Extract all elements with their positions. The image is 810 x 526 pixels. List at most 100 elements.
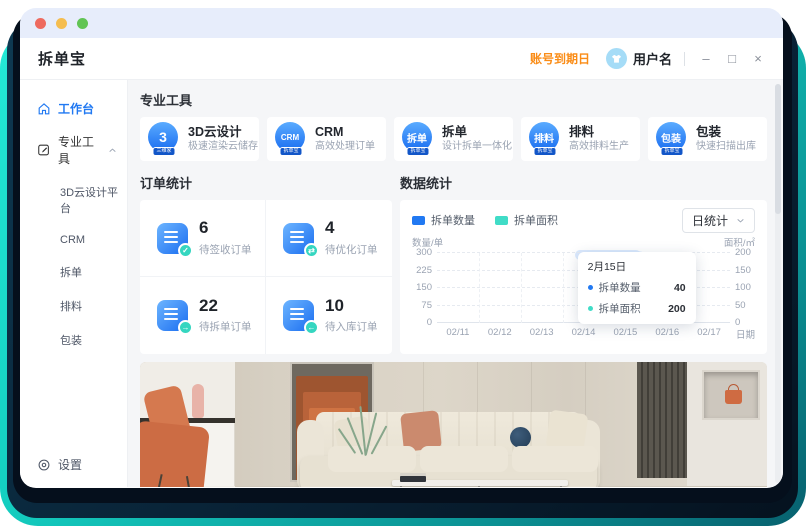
tool-card-subtitle: 设计拆单一体化 (442, 140, 509, 154)
sidebar-group-label: 专业工具 (58, 133, 101, 167)
stat-label: 待签收订单 (199, 242, 252, 257)
stats-row: 订单统计 ✓ 6 待签收订单 (140, 171, 767, 354)
axis-tick: 300 (416, 248, 432, 257)
order-doc-icon: ✓ (157, 223, 188, 254)
tooltip-row-area: 拆单面积 200 (588, 301, 686, 316)
legend-swatch-blue (412, 216, 425, 225)
user-avatar[interactable] (606, 48, 627, 69)
section-title-orders: 订单统计 (140, 173, 392, 192)
gear-icon (37, 458, 51, 472)
x-axis-tick: 02/15 (604, 327, 646, 341)
sidebar-item-settings[interactable]: 设置 (37, 456, 82, 473)
crm-app-icon: CRM 拆单宝 (275, 122, 307, 156)
legend-qty[interactable]: 拆单数量 (412, 212, 475, 228)
stat-value: 4 (325, 219, 378, 238)
sidebar-item-workbench[interactable]: 工作台 (20, 92, 127, 125)
plant-illustration (336, 400, 396, 456)
sofa-cushion (512, 446, 598, 472)
app-window: 拆单宝 账号到期日 用户名 – □ × 工作台 (20, 8, 783, 488)
stat-value: 22 (199, 297, 252, 316)
period-filter-select[interactable]: 日统计 (682, 208, 755, 233)
tool-card-subtitle: 高效排料生产 (569, 140, 629, 154)
tooltip-date: 2月15日 (588, 259, 686, 274)
sidebar-item-label: 工作台 (58, 100, 94, 117)
scrollbar-thumb[interactable] (775, 84, 781, 214)
app-title: 拆单宝 (38, 48, 86, 69)
close-button[interactable]: × (745, 46, 771, 72)
tooltip-row-qty: 拆单数量 40 (588, 280, 686, 295)
orders-stats-card: ✓ 6 待签收订单 ⇄ (140, 200, 392, 354)
books-illustration (400, 476, 426, 482)
tool-card-crm[interactable]: CRM 拆单宝 CRM 高效处理订单 (267, 117, 386, 161)
titlebar (20, 8, 783, 38)
tool-card-packing[interactable]: 包装 拆单宝 包装 快速扫描出库 (648, 117, 767, 161)
icon-ribbon: 拆单宝 (660, 147, 683, 156)
nesting-app-icon: 排料 拆单宝 (529, 122, 561, 156)
icon-ribbon: 三维家 (152, 147, 175, 156)
icon-ribbon: 拆单宝 (533, 147, 556, 156)
sidebar-item-split-order[interactable]: 拆单 (20, 255, 127, 289)
chart-body: 300225150750 2月15日 拆单数量 (412, 253, 755, 323)
sidebar-item-crm[interactable]: CRM (20, 225, 127, 255)
axis-tick: 0 (427, 318, 432, 327)
app-header: 拆单宝 账号到期日 用户名 – □ × (20, 38, 783, 80)
period-filter-value: 日统计 (692, 212, 728, 229)
stat-value: 10 (325, 297, 378, 316)
close-traffic-light[interactable] (35, 18, 46, 29)
legend-label: 拆单数量 (431, 212, 475, 228)
home-icon (37, 102, 51, 116)
sidebar-item-packing[interactable]: 包装 (20, 323, 127, 357)
tool-card-title: CRM (315, 124, 375, 141)
tool-card-3d-design[interactable]: 3 三维家 3D云设计 极速渲染云储存 (140, 117, 259, 161)
sidebar-item-3d-cloud[interactable]: 3D云设计平台 (20, 175, 127, 225)
stat-pending-split[interactable]: → 22 待拆单订单 (140, 277, 266, 354)
chart-legend-row: 拆单数量 拆单面积 日统计 (412, 206, 755, 234)
zoom-traffic-light[interactable] (77, 18, 88, 29)
account-expiry-link[interactable]: 账号到期日 (530, 50, 590, 67)
x-axis-tick: 02/16 (646, 327, 688, 341)
sidebar-group-tools[interactable]: 专业工具 (20, 125, 127, 175)
section-title-data: 数据统计 (400, 173, 767, 192)
header-divider (684, 52, 685, 66)
chart-plot: 2月15日 拆单数量 40 拆单面积 (437, 253, 730, 323)
username-label[interactable]: 用户名 (633, 49, 672, 68)
stat-value: 6 (199, 219, 252, 238)
order-doc-icon: ← (283, 300, 314, 331)
content-scrollbar[interactable] (775, 84, 781, 483)
check-icon: ✓ (178, 243, 193, 258)
x-axis-title: 日期 (730, 327, 755, 341)
split-order-app-icon: 拆单 拆单宝 (402, 122, 434, 156)
order-doc-icon: ⇄ (283, 223, 314, 254)
orders-column: 订单统计 ✓ 6 待签收订单 (140, 171, 392, 354)
sidebar-item-nesting[interactable]: 排料 (20, 289, 127, 323)
axis-tick: 100 (735, 283, 751, 292)
legend-label: 拆单面积 (514, 212, 558, 228)
maximize-button[interactable]: □ (719, 46, 745, 72)
axis-tick: 150 (735, 266, 751, 275)
legend-swatch-teal (495, 216, 508, 225)
tool-card-nesting[interactable]: 排料 拆单宝 排料 高效排料生产 (521, 117, 640, 161)
legend-area[interactable]: 拆单面积 (495, 212, 558, 228)
arrow-right-icon: → (178, 320, 193, 335)
x-axis-tick: 02/12 (479, 327, 521, 341)
chart-tooltip: 2月15日 拆单数量 40 拆单面积 (578, 252, 696, 324)
pen-tool-icon (37, 143, 51, 157)
gridline (521, 253, 522, 323)
packing-app-icon: 包装 拆单宝 (656, 122, 688, 156)
left-axis-ticks: 300225150750 (412, 253, 437, 323)
axis-tick: 225 (416, 266, 432, 275)
tool-cards-row: 3 三维家 3D云设计 极速渲染云储存 CRM 拆单宝 (140, 117, 767, 161)
tool-card-subtitle: 高效处理订单 (315, 140, 375, 154)
section-title-tools: 专业工具 (140, 90, 767, 109)
stat-pending-optimize[interactable]: ⇄ 4 待优化订单 (266, 200, 392, 277)
tool-card-subtitle: 极速渲染云储存 (188, 140, 255, 154)
tool-card-split-order[interactable]: 拆单 拆单宝 拆单 设计拆单一体化 (394, 117, 513, 161)
x-axis-tick: 02/14 (563, 327, 605, 341)
minimize-button[interactable]: – (693, 46, 719, 72)
gridline (563, 253, 564, 323)
minimize-traffic-light[interactable] (56, 18, 67, 29)
stat-pending-inbound[interactable]: ← 10 待入库订单 (266, 277, 392, 354)
icon-ribbon: 拆单宝 (406, 147, 429, 156)
axis-tick: 0 (735, 318, 740, 327)
stat-pending-sign[interactable]: ✓ 6 待签收订单 (140, 200, 266, 277)
